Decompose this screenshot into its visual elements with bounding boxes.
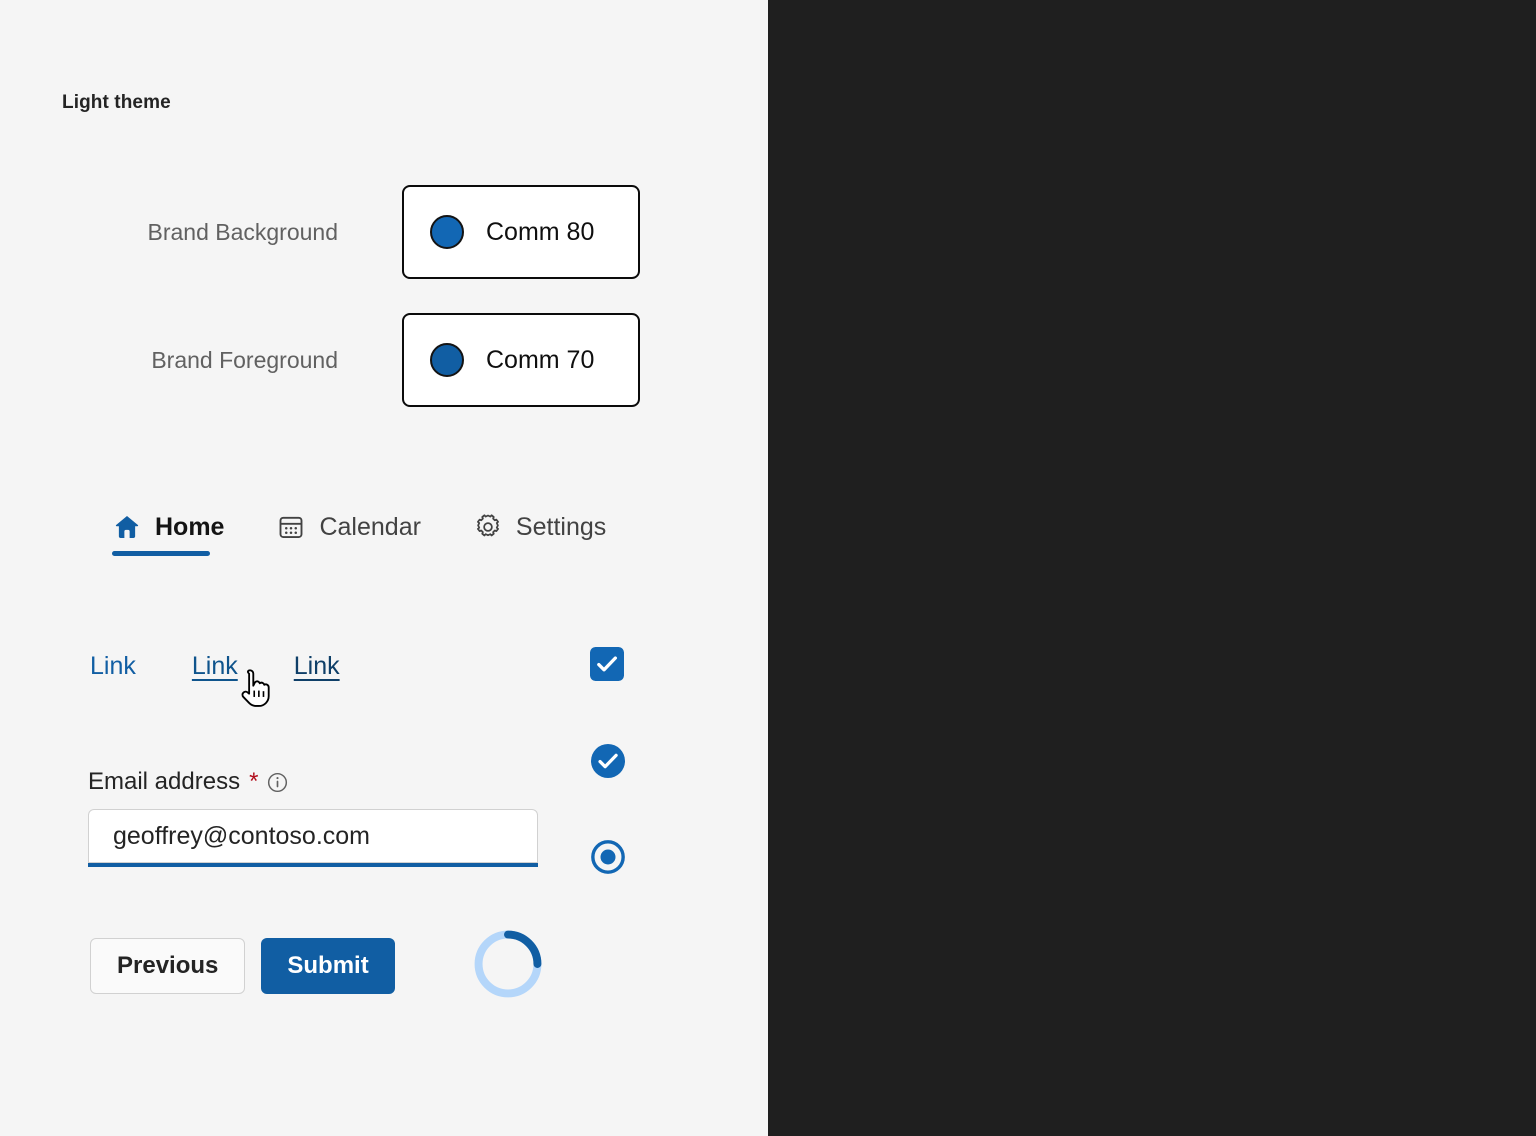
light-email-label-line: Email address *: [88, 768, 538, 796]
light-brand-background-row: Brand Background Comm 80: [62, 185, 640, 279]
spinner-icon: [473, 929, 543, 999]
light-brand-background-value: Comm 80: [486, 218, 594, 247]
light-email-field-block: Email address * geoffrey@contoso.com: [88, 768, 538, 867]
light-brand-foreground-label: Brand Foreground: [62, 347, 402, 374]
light-brand-background-label: Brand Background: [62, 219, 402, 246]
tab-selected-indicator: [112, 551, 210, 556]
link-hovered[interactable]: Link: [192, 652, 238, 683]
light-radio-button[interactable]: [591, 840, 625, 874]
light-brand-foreground-value: Comm 70: [486, 346, 594, 375]
tab-calendar-label: Calendar: [319, 513, 420, 542]
tab-calendar[interactable]: Calendar: [276, 512, 420, 556]
tab-home-label: Home: [155, 513, 224, 542]
light-theme-panel: Light theme Brand Background Comm 80 Bra…: [0, 0, 768, 1136]
home-icon: [112, 512, 142, 542]
color-swatch-dot-icon: [430, 343, 464, 377]
light-button-row: Previous Submit: [90, 938, 395, 994]
light-tab-strip: Home Calendar Settings: [112, 512, 658, 556]
light-email-label: Email address: [88, 768, 240, 796]
light-email-input[interactable]: geoffrey@contoso.com: [88, 809, 538, 867]
light-brand-foreground-row: Brand Foreground Comm 70: [62, 313, 640, 407]
info-icon[interactable]: [267, 772, 288, 793]
tab-settings[interactable]: Settings: [473, 512, 606, 556]
light-checkbox[interactable]: [590, 647, 624, 681]
link-rest[interactable]: Link: [90, 652, 136, 683]
required-marker: *: [249, 770, 258, 794]
light-brand-background-swatch[interactable]: Comm 80: [402, 185, 640, 279]
color-swatch-dot-icon: [430, 215, 464, 249]
light-theme-title: Light theme: [62, 92, 171, 114]
previous-button[interactable]: Previous: [90, 938, 245, 994]
submit-button[interactable]: Submit: [261, 938, 394, 994]
check-circle-icon: [591, 744, 625, 778]
light-spinner: [473, 929, 543, 999]
tab-settings-label: Settings: [516, 513, 606, 542]
dark-theme-panel: Dark theme Comm 70 Comm 100 Home: [768, 0, 1536, 1136]
radio-selected-icon: [591, 840, 625, 874]
calendar-icon: [276, 512, 306, 542]
light-links-row: Link Link Link: [90, 652, 396, 683]
link-visited[interactable]: Link: [294, 652, 340, 683]
theme-comparison-canvas: Light theme Brand Background Comm 80 Bra…: [0, 0, 1536, 1136]
gear-icon: [473, 512, 503, 542]
light-brand-foreground-swatch[interactable]: Comm 70: [402, 313, 640, 407]
checkbox-checked-icon: [590, 647, 624, 681]
tab-home[interactable]: Home: [112, 512, 224, 556]
light-check-circle[interactable]: [591, 744, 625, 778]
